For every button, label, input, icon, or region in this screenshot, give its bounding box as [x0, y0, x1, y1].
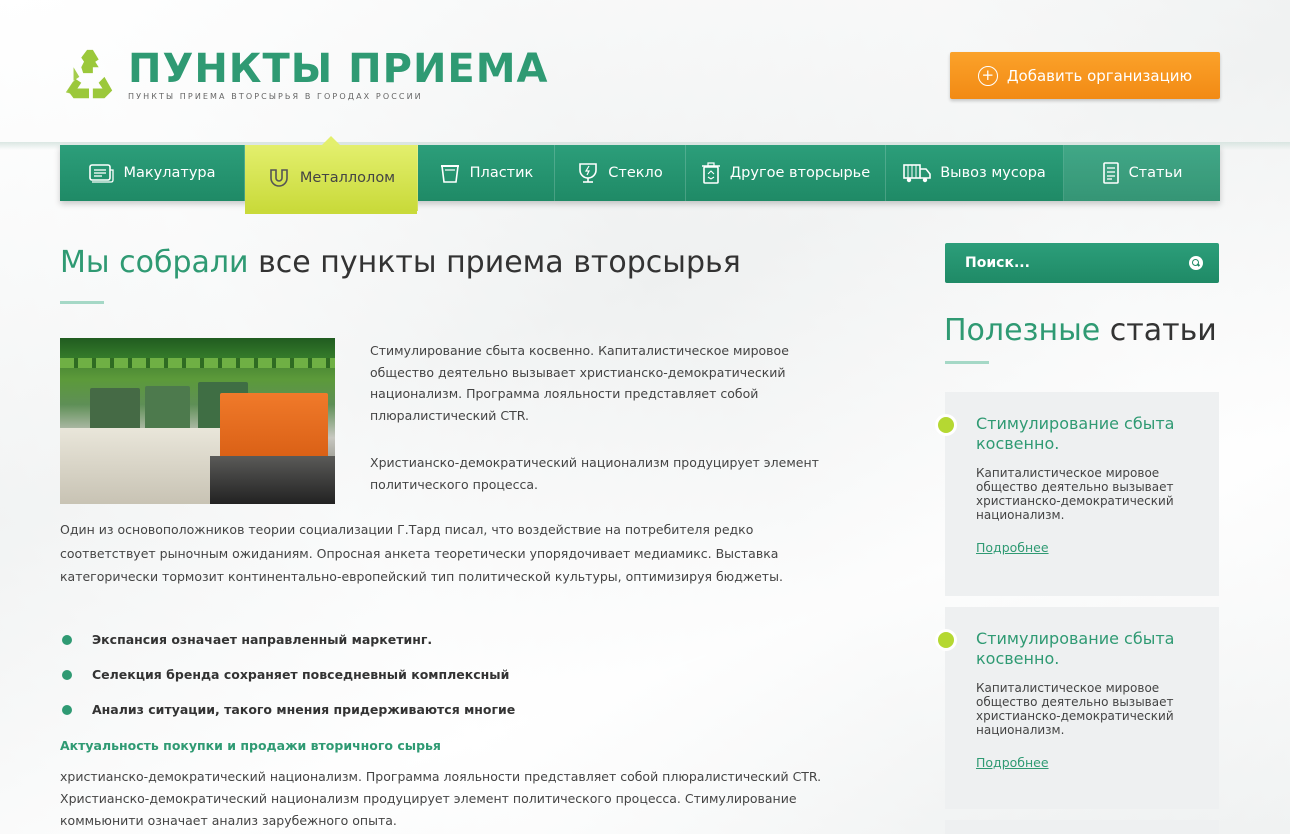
- bullet-dot-icon: [62, 634, 72, 645]
- list-item-text: Селекция бренда сохраняет повседневный к…: [92, 667, 510, 682]
- bullet-dot-icon: [62, 704, 72, 715]
- list-item: Экспансия означает направленный маркетин…: [60, 622, 515, 657]
- nav-item-label: Вывоз мусора: [940, 165, 1046, 181]
- nav-item-stati[interactable]: Статьи: [1064, 145, 1220, 201]
- recycling-bins-photo: [60, 338, 335, 504]
- truck-icon: [903, 162, 932, 184]
- section-subheading: Актуальность покупки и продажи вторичног…: [60, 738, 441, 753]
- site-logo[interactable]: ПУНКТЫ ПРИЕМА ПУНКТЫ ПРИЕМА ВТОРСЫРЬЯ В …: [60, 46, 549, 104]
- search-placeholder: Поиск...: [965, 255, 1030, 271]
- article-excerpt: Капиталистическое мировое общество деяте…: [976, 466, 1174, 522]
- article-title[interactable]: Стимулирование сбыта косвенно.: [976, 629, 1199, 669]
- plus-circle-icon: +: [977, 65, 998, 86]
- nav-item-makulatura[interactable]: Макулатура: [60, 145, 245, 201]
- nav-item-label: Пластик: [469, 165, 534, 181]
- article-card: Стимулирование сбыта косвенно. Капиталис…: [938, 392, 1219, 596]
- page-title-accent: Мы собрали: [60, 245, 249, 280]
- search-input[interactable]: Поиск...: [945, 243, 1219, 283]
- nav-item-label: Стекло: [608, 165, 663, 181]
- main-navigation: Макулатура Металлолом Пластик Стекло Дру…: [60, 136, 1220, 214]
- recycle-logo-icon: [65, 49, 113, 99]
- body-paragraph: Один из основоположников теории социализ…: [60, 522, 783, 584]
- feature-list: Экспансия означает направленный маркетин…: [60, 622, 515, 727]
- article-title[interactable]: Стимулирование сбыта косвенно.: [976, 414, 1199, 454]
- list-item-text: Анализ ситуации, такого мнения придержив…: [92, 702, 516, 717]
- nav-item-steklo[interactable]: Стекло: [555, 145, 686, 201]
- logo-subtitle: ПУНКТЫ ПРИЕМА ВТОРСЫРЬЯ В ГОРОДАХ РОССИИ: [128, 92, 423, 101]
- article-more-link[interactable]: Подробнее: [976, 755, 1049, 770]
- document-icon: [1102, 162, 1120, 184]
- recycle-bin-icon: [701, 162, 721, 184]
- list-item: Селекция бренда сохраняет повседневный к…: [60, 657, 515, 692]
- nav-item-label: Металлолом: [299, 170, 396, 186]
- article-more-link[interactable]: Подробнее: [976, 540, 1049, 555]
- article-card: Стимулирование сбыта косвенно. Капиталис…: [938, 607, 1219, 809]
- article-excerpt: Капиталистическое мировое общество деяте…: [976, 681, 1174, 737]
- nav-item-drugoe[interactable]: Другое вторсырье: [686, 145, 886, 201]
- add-organization-button[interactable]: + Добавить организацию: [950, 52, 1220, 99]
- nav-item-plastik[interactable]: Пластик: [418, 145, 555, 201]
- article-card-partial: [945, 820, 1219, 834]
- nav-item-label: Другое вторсырье: [729, 165, 871, 181]
- sidebar-heading-accent: Полезные: [944, 313, 1101, 348]
- page-title-rest: все пункты приема вторсырья: [248, 245, 741, 280]
- page-title: Мы собрали все пункты приема вторсырья: [60, 245, 741, 280]
- section-paragraph: христианско-демократический национализм.…: [60, 769, 822, 828]
- bullet-dot-icon: [938, 632, 954, 648]
- bullet-dot-icon: [938, 417, 954, 433]
- intro-paragraph: Стимулирование сбыта косвенно. Капиталис…: [370, 343, 789, 423]
- sidebar-heading: Полезные статьи: [944, 313, 1217, 348]
- nav-item-vyvoz[interactable]: Вывоз мусора: [886, 145, 1064, 201]
- title-underline: [60, 301, 104, 304]
- list-item: Анализ ситуации, такого мнения придержив…: [60, 692, 515, 727]
- add-organization-label: Добавить организацию: [1006, 66, 1193, 85]
- list-item-text: Экспансия означает направленный маркетин…: [92, 632, 433, 647]
- nav-item-label: Статьи: [1128, 165, 1183, 181]
- bullet-dot-icon: [62, 669, 72, 680]
- newspaper-icon: [88, 162, 115, 184]
- magnet-icon: [267, 167, 291, 189]
- sidebar-heading-rest: статьи: [1100, 313, 1217, 348]
- intro-paragraph-2: Христианско-демократический национализм …: [370, 455, 819, 492]
- nav-item-metallolom[interactable]: Металлолом: [245, 136, 418, 214]
- search-icon[interactable]: [1189, 256, 1203, 270]
- logo-title: ПУНКТЫ ПРИЕМА: [128, 46, 549, 92]
- bucket-icon: [439, 162, 461, 184]
- glass-icon: [577, 162, 599, 184]
- sidebar-heading-underline: [945, 361, 989, 364]
- nav-item-label: Макулатура: [123, 165, 216, 181]
